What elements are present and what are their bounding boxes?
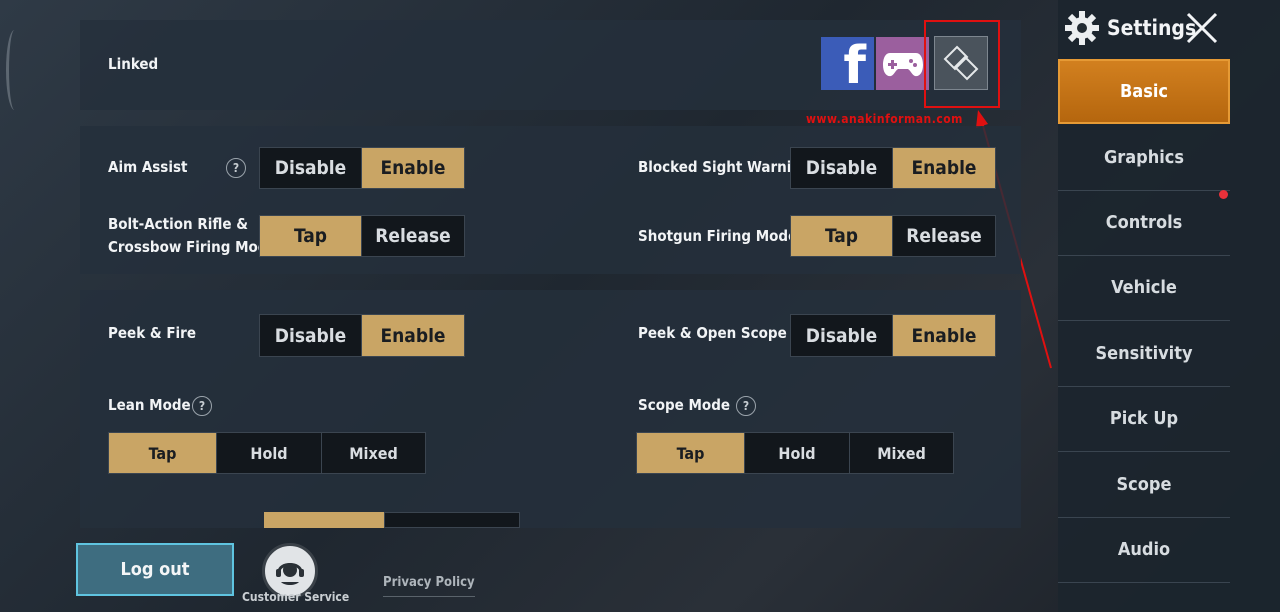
help-icon[interactable]: ? <box>226 158 246 178</box>
gear-icon <box>1064 10 1100 50</box>
privacy-policy-link[interactable]: Privacy Policy <box>383 575 475 597</box>
blocked-sight-toggle: Disable Enable <box>790 147 996 189</box>
peek-scope-toggle: Disable Enable <box>790 314 996 357</box>
close-icon[interactable] <box>1184 10 1220 46</box>
shotgun-release-button[interactable]: Release <box>892 216 995 256</box>
scope-tap-button[interactable]: Tap <box>637 433 744 473</box>
lean-tap-button[interactable]: Tap <box>109 433 216 473</box>
help-icon[interactable]: ? <box>192 396 212 416</box>
shotgun-mode-label: Shotgun Firing Mode <box>638 227 798 245</box>
logout-button[interactable]: Log out <box>76 543 234 596</box>
sidebar-item-scope[interactable]: Scope <box>1058 452 1230 518</box>
aim-assist-enable-button[interactable]: Enable <box>361 148 464 188</box>
aim-assist-disable-button[interactable]: Disable <box>260 148 361 188</box>
sidebar-item-controls[interactable]: Controls <box>1058 190 1230 256</box>
shotgun-mode-toggle: Tap Release <box>790 215 996 257</box>
settings-title: Settings <box>1107 16 1197 40</box>
customer-service-label[interactable]: Customer Service <box>242 590 349 604</box>
bolt-action-toggle: Tap Release <box>259 215 465 257</box>
lean-mode-selector: Tap Hold Mixed <box>108 432 426 474</box>
peek-fire-toggle: Disable Enable <box>259 314 465 357</box>
lean-mode-label: Lean Mode <box>108 396 191 414</box>
blocked-sight-enable-button[interactable]: Enable <box>892 148 995 188</box>
peek-fire-label: Peek & Fire <box>108 324 196 342</box>
shotgun-tap-button[interactable]: Tap <box>791 216 892 256</box>
blocked-sight-disable-button[interactable]: Disable <box>791 148 892 188</box>
lean-hold-button[interactable]: Hold <box>216 433 321 473</box>
peek-scope-label: Peek & Open Scope <box>638 324 787 342</box>
scope-mode-label: Scope Mode <box>638 396 731 414</box>
scope-mixed-button[interactable]: Mixed <box>849 433 953 473</box>
sidebar-item-pick-up[interactable]: Pick Up <box>1058 386 1230 452</box>
sidebar-item-sensitivity[interactable]: Sensitivity <box>1058 321 1230 387</box>
sidebar-item-vehicle[interactable]: Vehicle <box>1058 255 1230 321</box>
peek-scope-disable-button[interactable]: Disable <box>791 315 892 356</box>
scope-hold-button[interactable]: Hold <box>744 433 849 473</box>
logout-label: Log out <box>120 559 190 580</box>
bolt-action-release-button[interactable]: Release <box>361 216 464 256</box>
sidebar-item-basic[interactable]: Basic <box>1058 59 1230 124</box>
cutoff-row-fragment <box>108 512 520 528</box>
sidebar-item-graphics[interactable]: Graphics <box>1058 125 1230 191</box>
peek-fire-disable-button[interactable]: Disable <box>260 315 361 356</box>
lean-mixed-button[interactable]: Mixed <box>321 433 425 473</box>
bolt-action-label-line2: Crossbow Firing Mode <box>108 238 277 256</box>
help-icon[interactable]: ? <box>736 396 756 416</box>
aim-assist-toggle: Disable Enable <box>259 147 465 189</box>
scope-mode-selector: Tap Hold Mixed <box>636 432 954 474</box>
bolt-action-tap-button[interactable]: Tap <box>260 216 361 256</box>
peek-scope-enable-button[interactable]: Enable <box>892 315 995 356</box>
aim-assist-label: Aim Assist <box>108 158 188 176</box>
bolt-action-label-line1: Bolt-Action Rifle & <box>108 215 248 233</box>
peek-fire-enable-button[interactable]: Enable <box>361 315 464 356</box>
sidebar-item-audio[interactable]: Audio <box>1058 517 1230 583</box>
blocked-sight-label: Blocked Sight Warning <box>638 158 811 176</box>
